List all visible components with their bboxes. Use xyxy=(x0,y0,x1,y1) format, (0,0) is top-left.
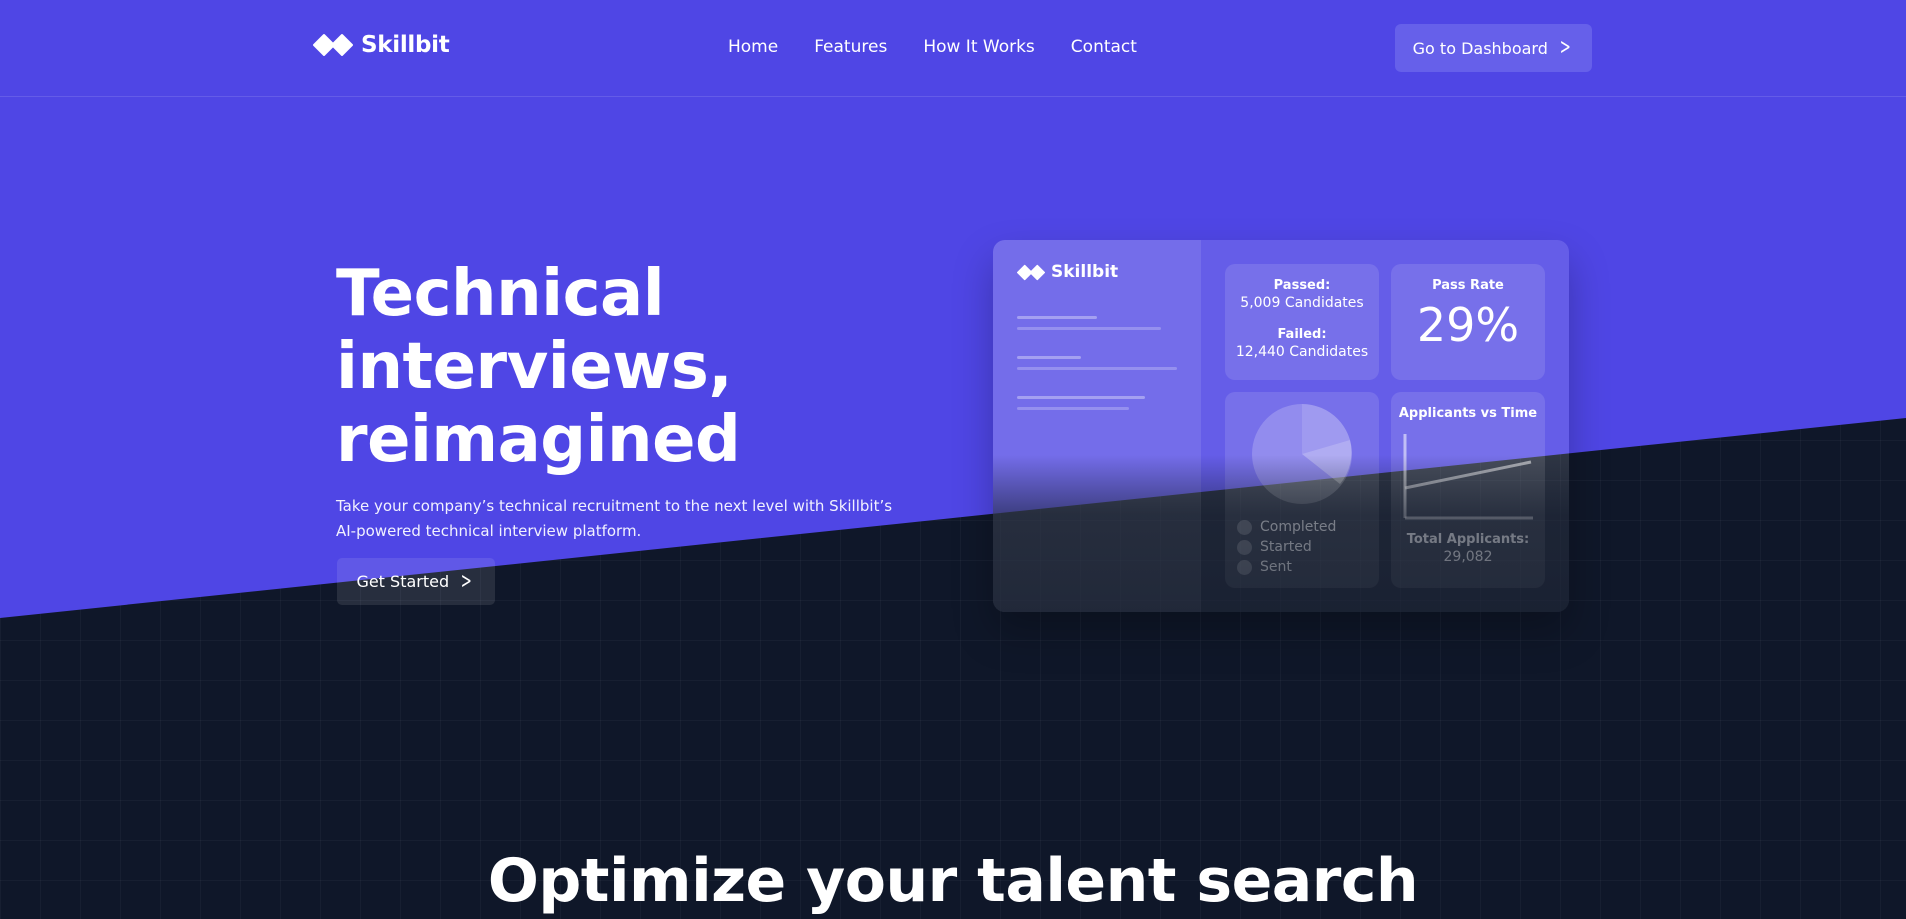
legend-dot xyxy=(1237,539,1252,555)
total-applicants-value: 29,082 xyxy=(1443,549,1493,565)
dashboard-preview: Skillbit Passed: 5,009 Candidates Failed… xyxy=(993,240,1569,612)
nav-contact[interactable]: Contact xyxy=(1071,37,1137,57)
nav-how-it-works[interactable]: How It Works xyxy=(923,37,1034,57)
legend-label: Started xyxy=(1260,539,1312,555)
navbar: Skillbit Home Features How It Works Cont… xyxy=(0,0,1906,97)
pass-rate-label: Pass Rate xyxy=(1432,278,1504,293)
passed-label: Passed: xyxy=(1273,278,1331,293)
applicants-chart-title: Applicants vs Time xyxy=(1398,406,1538,421)
status-pie-chart xyxy=(1252,404,1352,504)
legend-item-completed: Completed xyxy=(1237,517,1336,537)
legend-item-started: Started xyxy=(1237,537,1336,557)
status-legend: Completed Started Sent xyxy=(1237,517,1336,577)
sidebar-placeholder-line xyxy=(1017,407,1129,410)
chevron-right-icon: > xyxy=(1559,35,1571,60)
diamond-pair-icon xyxy=(313,34,353,56)
hero-subtitle: Take your company’s technical recruitmen… xyxy=(336,494,936,544)
legend-dot xyxy=(1237,559,1252,575)
sidebar-placeholder-line xyxy=(1017,367,1177,370)
sidebar-placeholder-line xyxy=(1017,316,1097,319)
go-to-dashboard-button[interactable]: Go to Dashboard > xyxy=(1395,24,1592,72)
candidates-card: Passed: 5,009 Candidates Failed: 12,440 … xyxy=(1225,264,1379,380)
hero-subtitle-line: Take your company’s technical recruitmen… xyxy=(336,497,893,515)
failed-label: Failed: xyxy=(1277,327,1327,342)
diamond-pair-icon xyxy=(1017,264,1045,280)
chart-trend-line xyxy=(1404,460,1532,490)
dashboard-sidebar: Skillbit xyxy=(993,240,1201,612)
get-started-button[interactable]: Get Started > xyxy=(337,558,495,605)
applicants-line-chart xyxy=(1403,434,1533,520)
sidebar-placeholder-line xyxy=(1017,327,1161,330)
hero-subtitle-line: AI-powered technical interview platform. xyxy=(336,522,642,540)
sidebar-placeholder-line xyxy=(1017,396,1145,399)
section-title: Optimize your talent search xyxy=(487,846,1419,916)
brand-name: Skillbit xyxy=(361,32,450,58)
hero-title-line: interviews, xyxy=(336,330,733,404)
legend-label: Completed xyxy=(1260,519,1337,535)
pass-rate-value: 29% xyxy=(1416,298,1520,352)
get-started-label: Get Started xyxy=(356,572,450,591)
legend-dot xyxy=(1237,519,1252,535)
nav-home[interactable]: Home xyxy=(728,37,778,57)
total-applicants-label: Total Applicants: xyxy=(1406,532,1530,547)
hero-title-line: reimagined xyxy=(336,403,741,477)
failed-value: 12,440 Candidates xyxy=(1235,344,1369,360)
status-pie-card: Completed Started Sent xyxy=(1225,392,1379,588)
sidebar-placeholder-line xyxy=(1017,356,1081,359)
nav-features[interactable]: Features xyxy=(814,37,887,57)
go-to-dashboard-label: Go to Dashboard xyxy=(1412,38,1548,58)
brand-logo[interactable]: Skillbit xyxy=(313,32,450,58)
main-nav: Home Features How It Works Contact xyxy=(728,37,1137,57)
applicants-card: Applicants vs Time Total Applicants: 29,… xyxy=(1391,392,1545,588)
hero-title-line: Technical xyxy=(336,257,665,331)
total-applicants: Total Applicants: 29,082 xyxy=(1391,532,1545,565)
legend-label: Sent xyxy=(1260,559,1292,575)
dashboard-logo-text: Skillbit xyxy=(1051,262,1119,282)
pass-rate-card: Pass Rate 29% xyxy=(1391,264,1545,380)
passed-value: 5,009 Candidates xyxy=(1240,295,1364,311)
legend-item-sent: Sent xyxy=(1237,557,1336,577)
dashboard-logo: Skillbit xyxy=(1017,262,1118,282)
chevron-right-icon: > xyxy=(460,568,472,594)
hero-title: Technical interviews, reimagined xyxy=(336,258,896,477)
